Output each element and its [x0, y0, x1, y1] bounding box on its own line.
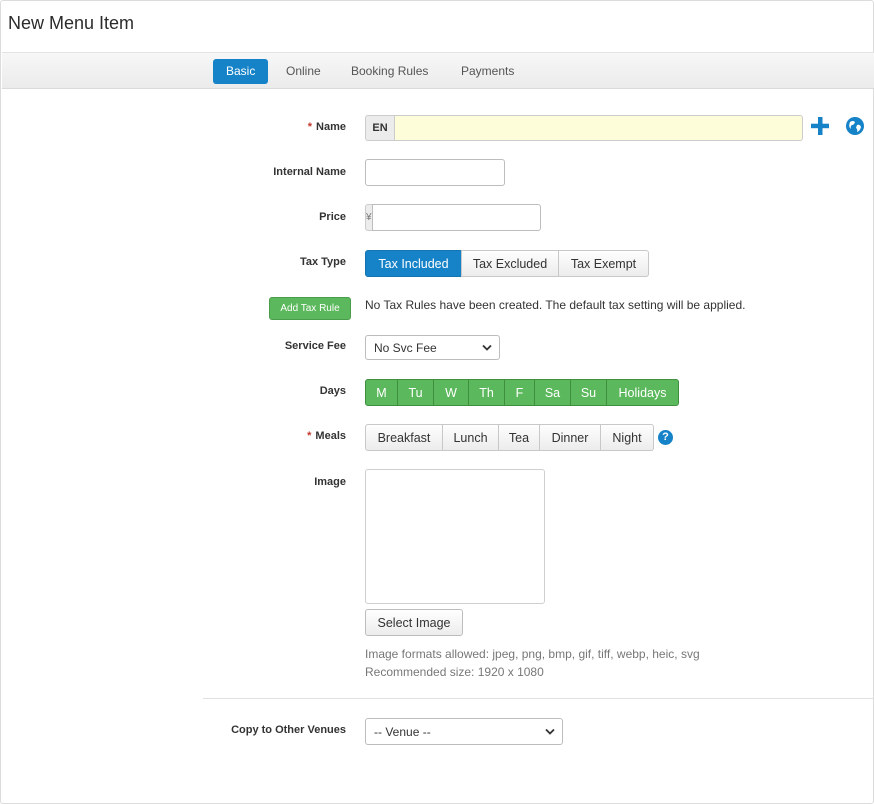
name-field-group: EN [365, 115, 803, 141]
venue-select[interactable]: -- Venue -- [365, 718, 563, 745]
day-sa-button[interactable]: Sa [534, 379, 571, 406]
name-input[interactable] [394, 115, 803, 141]
price-field-group: ¥ [365, 204, 541, 231]
day-w-button[interactable]: W [433, 379, 469, 406]
currency-addon: ¥ [365, 204, 372, 231]
meal-dinner-button[interactable]: Dinner [539, 424, 601, 451]
select-image-button[interactable]: Select Image [365, 609, 463, 636]
copy-venues-label: Copy to Other Venues [231, 724, 346, 736]
service-fee-value: No Svc Fee [374, 340, 437, 355]
internal-name-input[interactable] [365, 159, 505, 186]
add-tax-rule-button[interactable]: Add Tax Rule [269, 297, 351, 320]
tab-payments[interactable]: Payments [448, 59, 527, 84]
chevron-down-icon [482, 344, 492, 351]
language-addon: EN [365, 115, 394, 141]
tab-online[interactable]: Online [273, 59, 334, 84]
meal-tea-button[interactable]: Tea [498, 424, 540, 451]
price-input[interactable] [371, 204, 541, 231]
tax-excluded-button[interactable]: Tax Excluded [461, 250, 559, 277]
tab-bar: Basic Online Booking Rules Payments [2, 52, 874, 89]
day-f-button[interactable]: F [504, 379, 535, 406]
meals-group: Breakfast Lunch Tea Dinner Night [365, 424, 654, 451]
day-th-button[interactable]: Th [468, 379, 505, 406]
tax-exempt-button[interactable]: Tax Exempt [558, 250, 649, 277]
tax-included-button[interactable]: Tax Included [365, 250, 462, 277]
tax-type-label: Tax Type [299, 256, 346, 268]
meal-breakfast-button[interactable]: Breakfast [365, 424, 443, 451]
tab-booking-rules[interactable]: Booking Rules [338, 59, 441, 84]
service-fee-select[interactable]: No Svc Fee [365, 335, 500, 360]
required-mark: * [307, 430, 312, 442]
service-fee-label: Service Fee [284, 340, 346, 352]
day-m-button[interactable]: M [365, 379, 398, 406]
days-label: Days [319, 385, 346, 397]
name-label: * Name [307, 121, 346, 133]
meal-lunch-button[interactable]: Lunch [442, 424, 499, 451]
venue-select-value: -- Venue -- [374, 724, 431, 739]
image-formats-hint: Image formats allowed: jpeg, png, bmp, g… [365, 647, 700, 661]
tax-type-group: Tax Included Tax Excluded Tax Exempt [365, 250, 649, 277]
page-title: New Menu Item [8, 13, 135, 33]
tax-rule-message: No Tax Rules have been created. The defa… [365, 298, 746, 312]
day-su-button[interactable]: Su [570, 379, 607, 406]
meals-label: * Meals [307, 430, 346, 442]
image-size-hint: Recommended size: 1920 x 1080 [365, 665, 544, 679]
required-mark: * [307, 121, 313, 133]
plus-icon[interactable] [810, 116, 830, 136]
price-label: Price [319, 211, 346, 223]
chevron-down-icon [545, 728, 555, 735]
image-preview[interactable] [365, 469, 545, 604]
globe-icon[interactable] [845, 116, 865, 136]
tab-basic[interactable]: Basic [213, 59, 269, 84]
day-tu-button[interactable]: Tu [397, 379, 434, 406]
days-group: M Tu W Th F Sa Su Holidays [365, 379, 679, 406]
day-holidays-button[interactable]: Holidays [606, 379, 679, 406]
internal-name-label: Internal Name [273, 166, 346, 178]
divider [203, 698, 873, 699]
image-label: Image [314, 476, 346, 488]
question-circle-icon[interactable]: ? [658, 430, 673, 445]
meal-night-button[interactable]: Night [600, 424, 654, 451]
